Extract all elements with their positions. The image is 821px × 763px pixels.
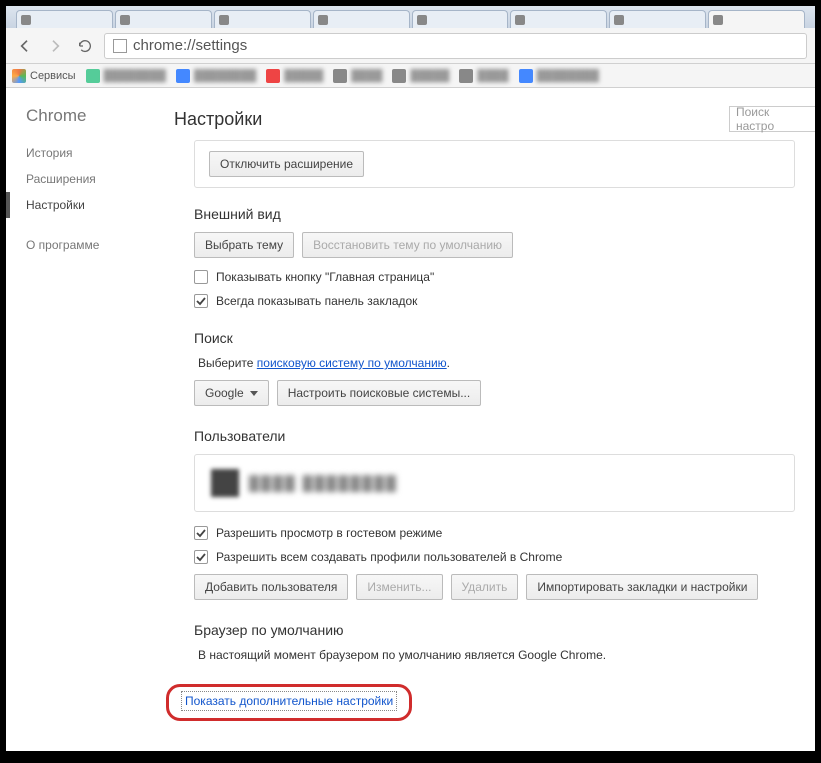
guest-mode-label: Разрешить просмотр в гостевом режиме	[216, 526, 442, 540]
sidebar: Chrome История Расширения Настройки О пр…	[6, 88, 164, 751]
browser-tab[interactable]	[609, 10, 706, 28]
avatar	[211, 469, 239, 497]
forward-button[interactable]	[44, 35, 66, 57]
show-advanced-link[interactable]: Показать дополнительные настройки	[181, 691, 397, 711]
bookmarks-bar: Сервисы ████████ ████████ █████ ████ ███…	[6, 64, 815, 88]
add-user-button[interactable]: Добавить пользователя	[194, 574, 348, 600]
allow-create-label: Разрешить всем создавать профили пользов…	[216, 550, 562, 564]
show-bookmarks-checkbox[interactable]	[194, 294, 208, 308]
search-engine-select[interactable]: Google	[194, 380, 269, 406]
reload-button[interactable]	[74, 35, 96, 57]
address-bar[interactable]: chrome://settings	[104, 33, 807, 59]
page-icon	[113, 39, 127, 53]
bookmark-item[interactable]: █████	[392, 69, 449, 83]
bookmark-item[interactable]: ████████	[519, 69, 599, 83]
search-section: Поиск Выберите поисковую систему по умол…	[194, 330, 815, 406]
browser-tab[interactable]	[214, 10, 311, 28]
import-button[interactable]: Импортировать закладки и настройки	[526, 574, 758, 600]
bookmark-item[interactable]: ████████	[86, 69, 166, 83]
settings-search[interactable]: Поиск настро	[729, 106, 815, 132]
browser-tab[interactable]	[412, 10, 509, 28]
edit-user-button: Изменить...	[356, 574, 442, 600]
tab-bar	[6, 6, 815, 28]
manage-search-button[interactable]: Настроить поисковые системы...	[277, 380, 482, 406]
highlight-ring: Показать дополнительные настройки	[166, 684, 412, 721]
nav-toolbar: chrome://settings	[6, 28, 815, 64]
show-home-checkbox[interactable]	[194, 270, 208, 284]
default-search-link[interactable]: поисковую систему по умолчанию	[257, 356, 447, 370]
sidebar-item-about[interactable]: О программе	[6, 232, 164, 258]
url-text: chrome://settings	[133, 37, 247, 54]
browser-tab-active[interactable]	[708, 10, 805, 28]
caret-down-icon	[250, 391, 258, 396]
reset-theme-button: Восстановить тему по умолчанию	[302, 232, 513, 258]
default-browser-desc: В настоящий момент браузером по умолчани…	[198, 648, 815, 662]
browser-tab[interactable]	[510, 10, 607, 28]
browser-tab[interactable]	[16, 10, 113, 28]
delete-user-button: Удалить	[451, 574, 519, 600]
bookmark-item[interactable]: █████	[266, 69, 323, 83]
page-title: Настройки	[174, 109, 729, 130]
sidebar-item-extensions[interactable]: Расширения	[6, 166, 164, 192]
sidebar-item-settings[interactable]: Настройки	[6, 192, 164, 218]
bookmark-item[interactable]: ████	[459, 69, 508, 83]
users-section: Пользователи ████ ████████ Разрешить про…	[194, 428, 815, 600]
guest-mode-checkbox[interactable]	[194, 526, 208, 540]
section-title-default-browser: Браузер по умолчанию	[194, 622, 815, 638]
choose-theme-button[interactable]: Выбрать тему	[194, 232, 294, 258]
section-title-users: Пользователи	[194, 428, 815, 444]
back-button[interactable]	[14, 35, 36, 57]
section-title-appearance: Внешний вид	[194, 206, 815, 222]
extension-box: Отключить расширение	[194, 140, 795, 188]
sidebar-item-history[interactable]: История	[6, 140, 164, 166]
section-title-search: Поиск	[194, 330, 815, 346]
main-content: Настройки Поиск настро Отключить расшире…	[164, 88, 815, 751]
user-name: ████ ████████	[249, 475, 398, 491]
sidebar-title: Chrome	[6, 106, 164, 140]
disable-extension-button[interactable]: Отключить расширение	[209, 151, 364, 177]
bookmark-item[interactable]: ████████	[176, 69, 256, 83]
user-card[interactable]: ████ ████████	[194, 454, 795, 512]
allow-create-checkbox[interactable]	[194, 550, 208, 564]
show-home-label: Показывать кнопку "Главная страница"	[216, 270, 434, 284]
apps-button[interactable]: Сервисы	[12, 69, 76, 83]
appearance-section: Внешний вид Выбрать тему Восстановить те…	[194, 206, 815, 308]
browser-tab[interactable]	[115, 10, 212, 28]
show-bookmarks-label: Всегда показывать панель закладок	[216, 294, 417, 308]
bookmark-item[interactable]: ████	[333, 69, 382, 83]
default-browser-section: Браузер по умолчанию В настоящий момент …	[194, 622, 815, 662]
browser-tab[interactable]	[313, 10, 410, 28]
